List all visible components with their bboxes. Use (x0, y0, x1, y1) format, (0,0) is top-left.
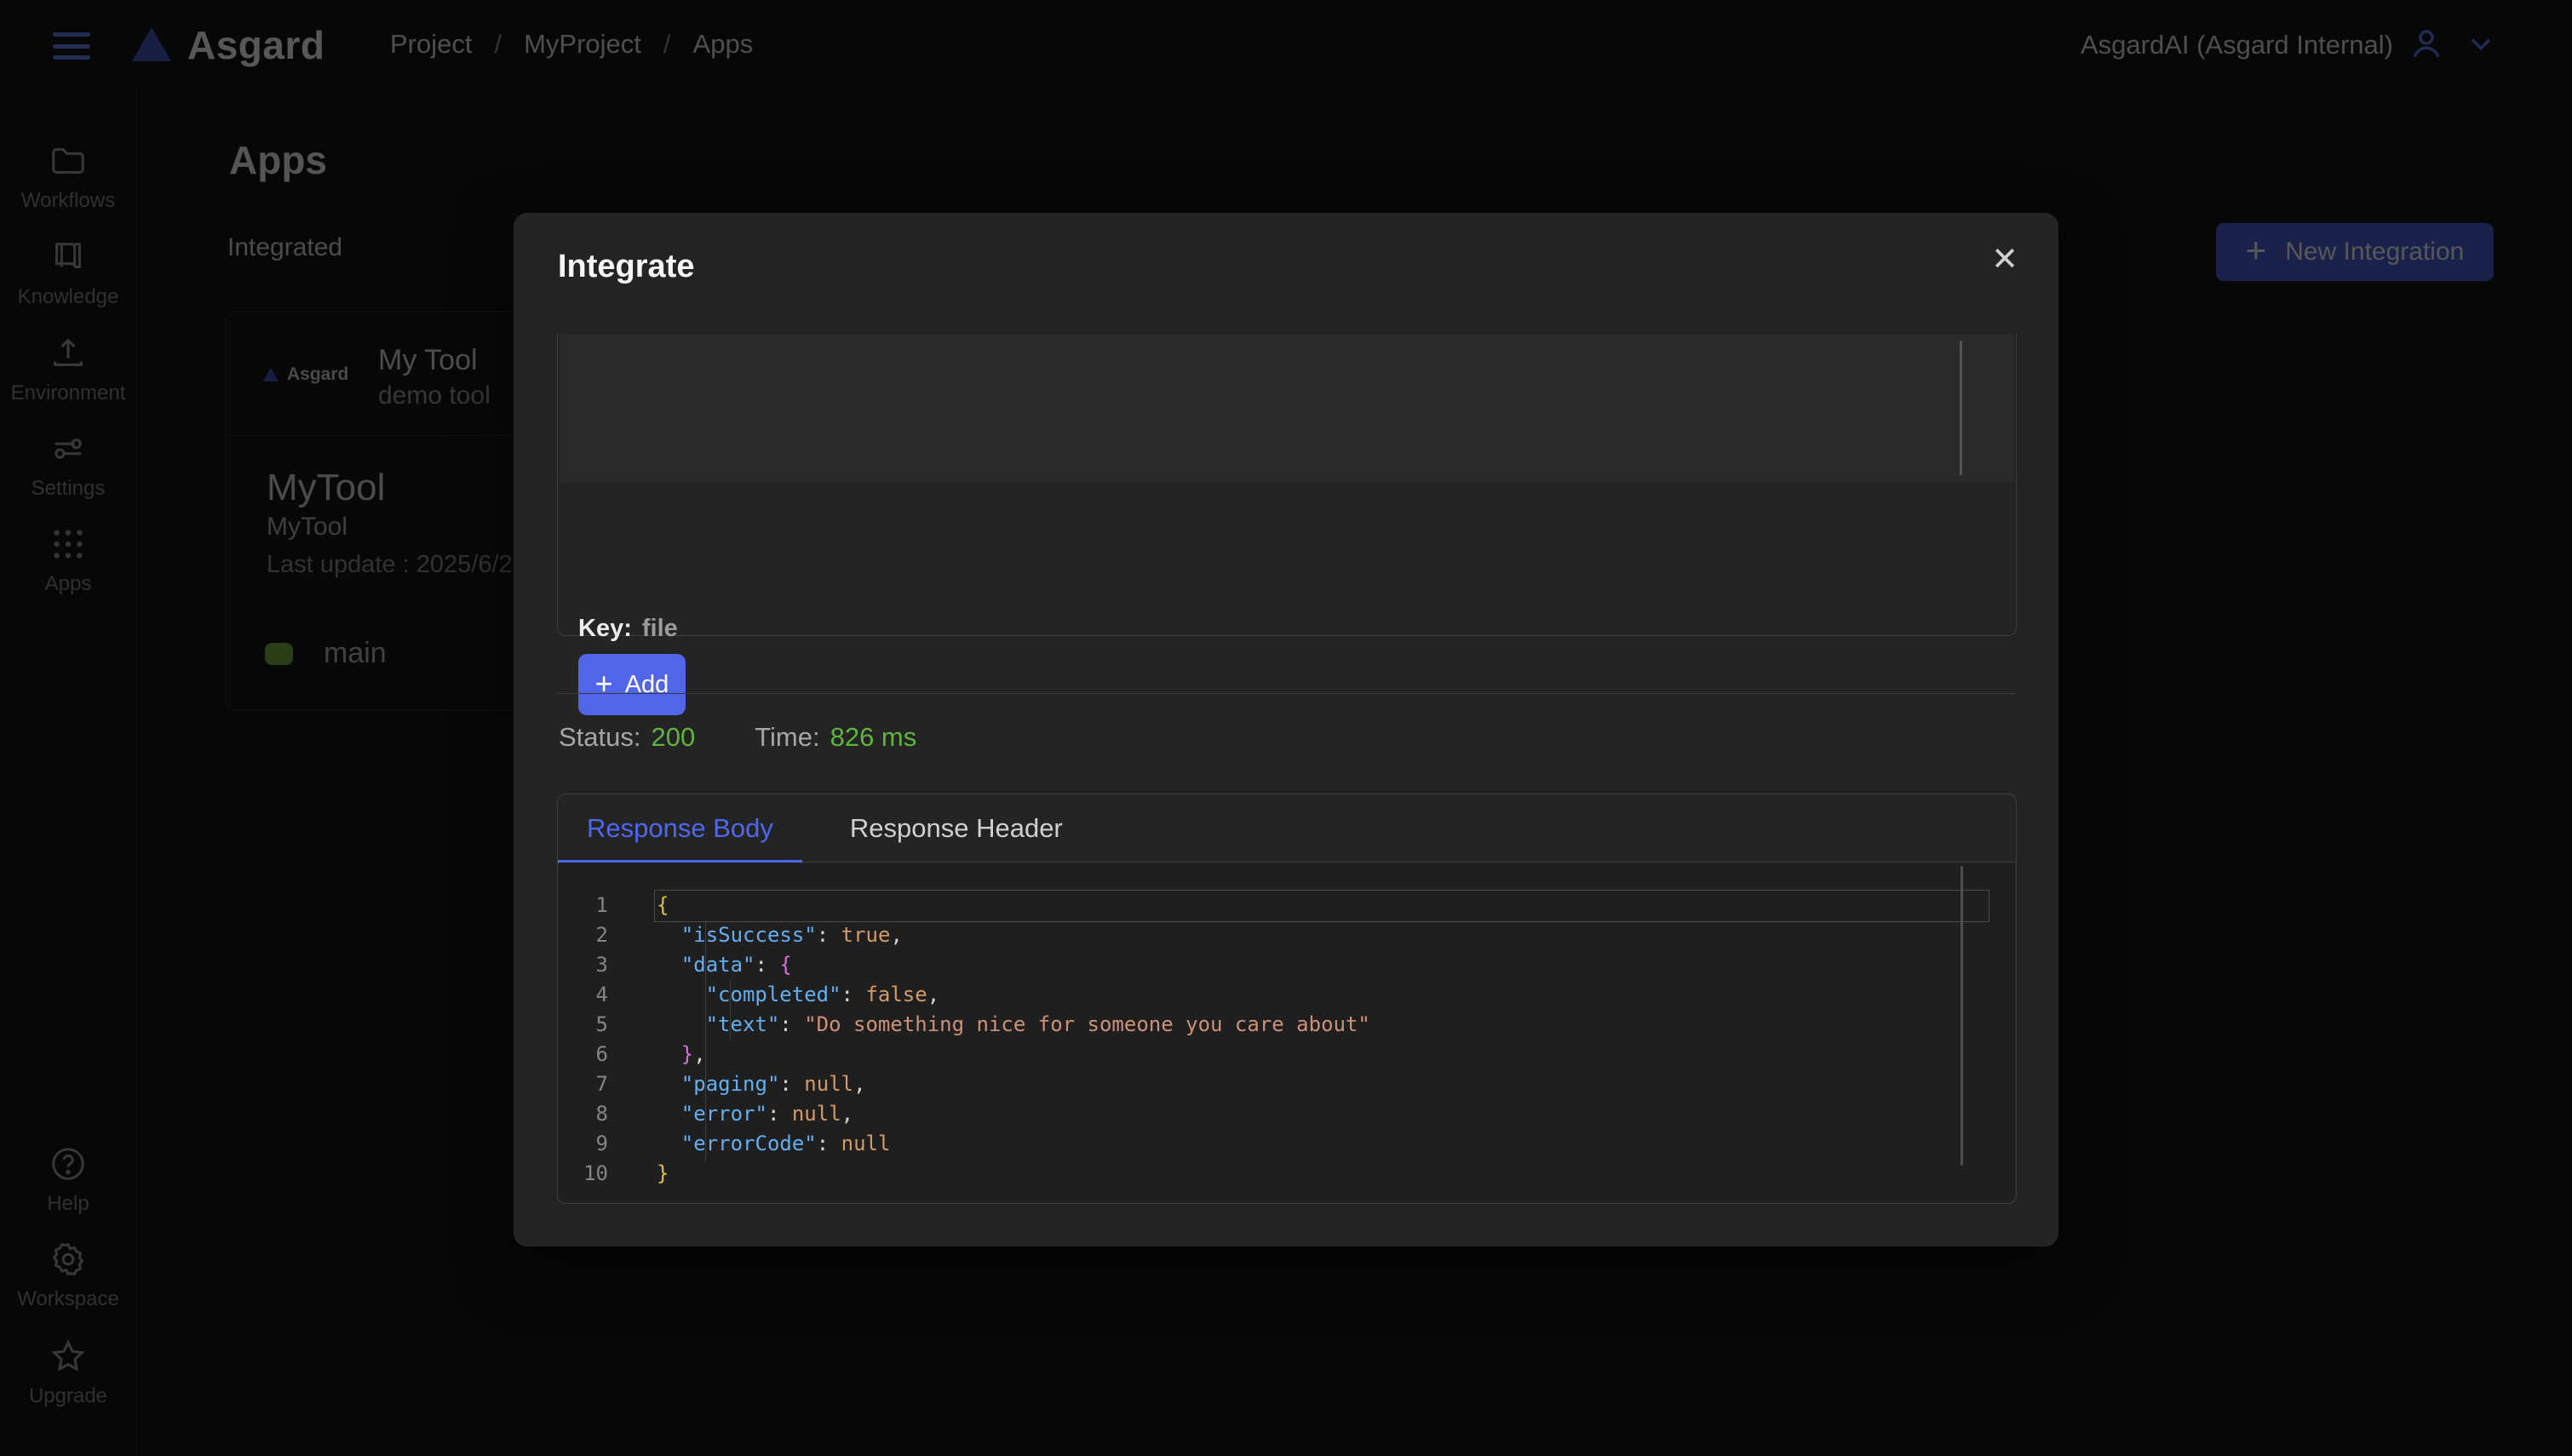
code-token: : (755, 953, 780, 977)
code-token: null (804, 1072, 853, 1096)
code-line: 8 "error": null, (559, 1099, 2015, 1129)
code-token: } (681, 1042, 693, 1066)
code-token: "text" (706, 1012, 780, 1036)
response-panel: Response Body Response Header 1{2"isSucc… (557, 794, 2017, 1204)
modal-title: Integrate (558, 249, 694, 285)
line-number: 8 (559, 1099, 608, 1129)
code-text: "isSuccess": true, (657, 920, 903, 950)
code-token: "isSuccess" (681, 923, 817, 947)
code-token: "Do something nice for someone you care … (804, 1012, 1370, 1036)
code-token: , (693, 1042, 705, 1066)
status-value: 200 (652, 722, 696, 753)
response-tabs: Response Body Response Header (558, 794, 2016, 863)
code-token: : (779, 1012, 804, 1036)
code-token: : (779, 1072, 804, 1096)
code-token: false (865, 983, 927, 1006)
key-label: Key: (578, 615, 632, 642)
code-token: : (817, 1132, 841, 1155)
close-icon[interactable]: ✕ (1982, 237, 2028, 283)
code-text: } (657, 1159, 669, 1189)
code-token: , (841, 1102, 853, 1126)
code-text: "completed": false, (657, 980, 939, 1010)
code-token: , (890, 923, 902, 947)
add-button-label: Add (625, 671, 669, 699)
line-number: 7 (559, 1069, 608, 1099)
status-row: Status: 200 Time: 826 ms (559, 722, 916, 753)
line-number: 6 (559, 1040, 608, 1069)
code-editor[interactable]: 1{2"isSuccess": true,3"data": {4"complet… (559, 863, 2015, 1202)
line-number: 1 (559, 891, 608, 920)
code-line: 6}, (559, 1040, 2015, 1069)
code-token: , (927, 983, 939, 1006)
add-button[interactable]: + Add (578, 654, 686, 715)
code-text: "errorCode": null (657, 1129, 890, 1159)
line-number: 9 (559, 1129, 608, 1159)
code-line: 4 "completed": false, (559, 980, 2015, 1010)
code-token: { (657, 893, 669, 917)
code-line: 2 "isSuccess": true, (559, 920, 2015, 950)
code-text: { (657, 891, 669, 920)
code-token: : (817, 923, 841, 947)
code-token: , (853, 1072, 865, 1096)
code-token: true (841, 923, 891, 947)
code-token: { (779, 953, 791, 977)
code-lines: 1{2"isSuccess": true,3"data": {4"complet… (559, 891, 2015, 1189)
code-token: : (841, 983, 866, 1006)
divider (557, 693, 2015, 694)
tab-response-header[interactable]: Response Header (821, 794, 1092, 862)
status-label: Status: (559, 722, 641, 753)
line-number: 10 (559, 1159, 608, 1189)
code-token: null (792, 1102, 841, 1126)
code-text: "data": { (657, 950, 792, 980)
code-scrollbar[interactable] (1961, 866, 1963, 1166)
code-line: 3 "data": { (559, 950, 2015, 980)
line-number: 3 (559, 950, 608, 980)
code-token: "error" (681, 1102, 767, 1126)
key-value: file (642, 615, 678, 642)
line-number: 5 (559, 1010, 608, 1040)
code-token: "paging" (681, 1072, 780, 1096)
code-text: "text": "Do something nice for someone y… (657, 1010, 1370, 1040)
code-line: 10} (559, 1159, 2015, 1189)
line-number: 2 (559, 920, 608, 950)
code-text: "paging": null, (657, 1069, 866, 1099)
code-line: 9 "errorCode": null (559, 1129, 2015, 1159)
code-token: null (841, 1132, 891, 1155)
code-token: } (657, 1161, 669, 1185)
time-label: Time: (755, 722, 819, 753)
code-line: 1{ (559, 891, 2015, 920)
code-line: 5 "text": "Do something nice for someone … (559, 1010, 2015, 1040)
time-value: 826 ms (830, 722, 917, 753)
parameter-scroll-area[interactable] (560, 334, 2014, 482)
code-text: "error": null, (657, 1099, 853, 1129)
code-token: "errorCode" (681, 1132, 817, 1155)
code-line: 7 "paging": null, (559, 1069, 2015, 1099)
tab-response-body[interactable]: Response Body (558, 794, 802, 862)
parameter-scrollbar[interactable] (1960, 341, 1962, 475)
code-token: "completed" (706, 983, 841, 1006)
code-token: "data" (681, 953, 755, 977)
integrate-modal: Integrate ✕ Key:file + Add Status: 200 T… (514, 213, 2058, 1247)
parameter-panel: Key:file + Add (557, 334, 2017, 636)
code-token: : (767, 1102, 792, 1126)
key-line: Key: file (578, 615, 678, 643)
code-text: }, (657, 1040, 706, 1069)
line-number: 4 (559, 980, 608, 1010)
